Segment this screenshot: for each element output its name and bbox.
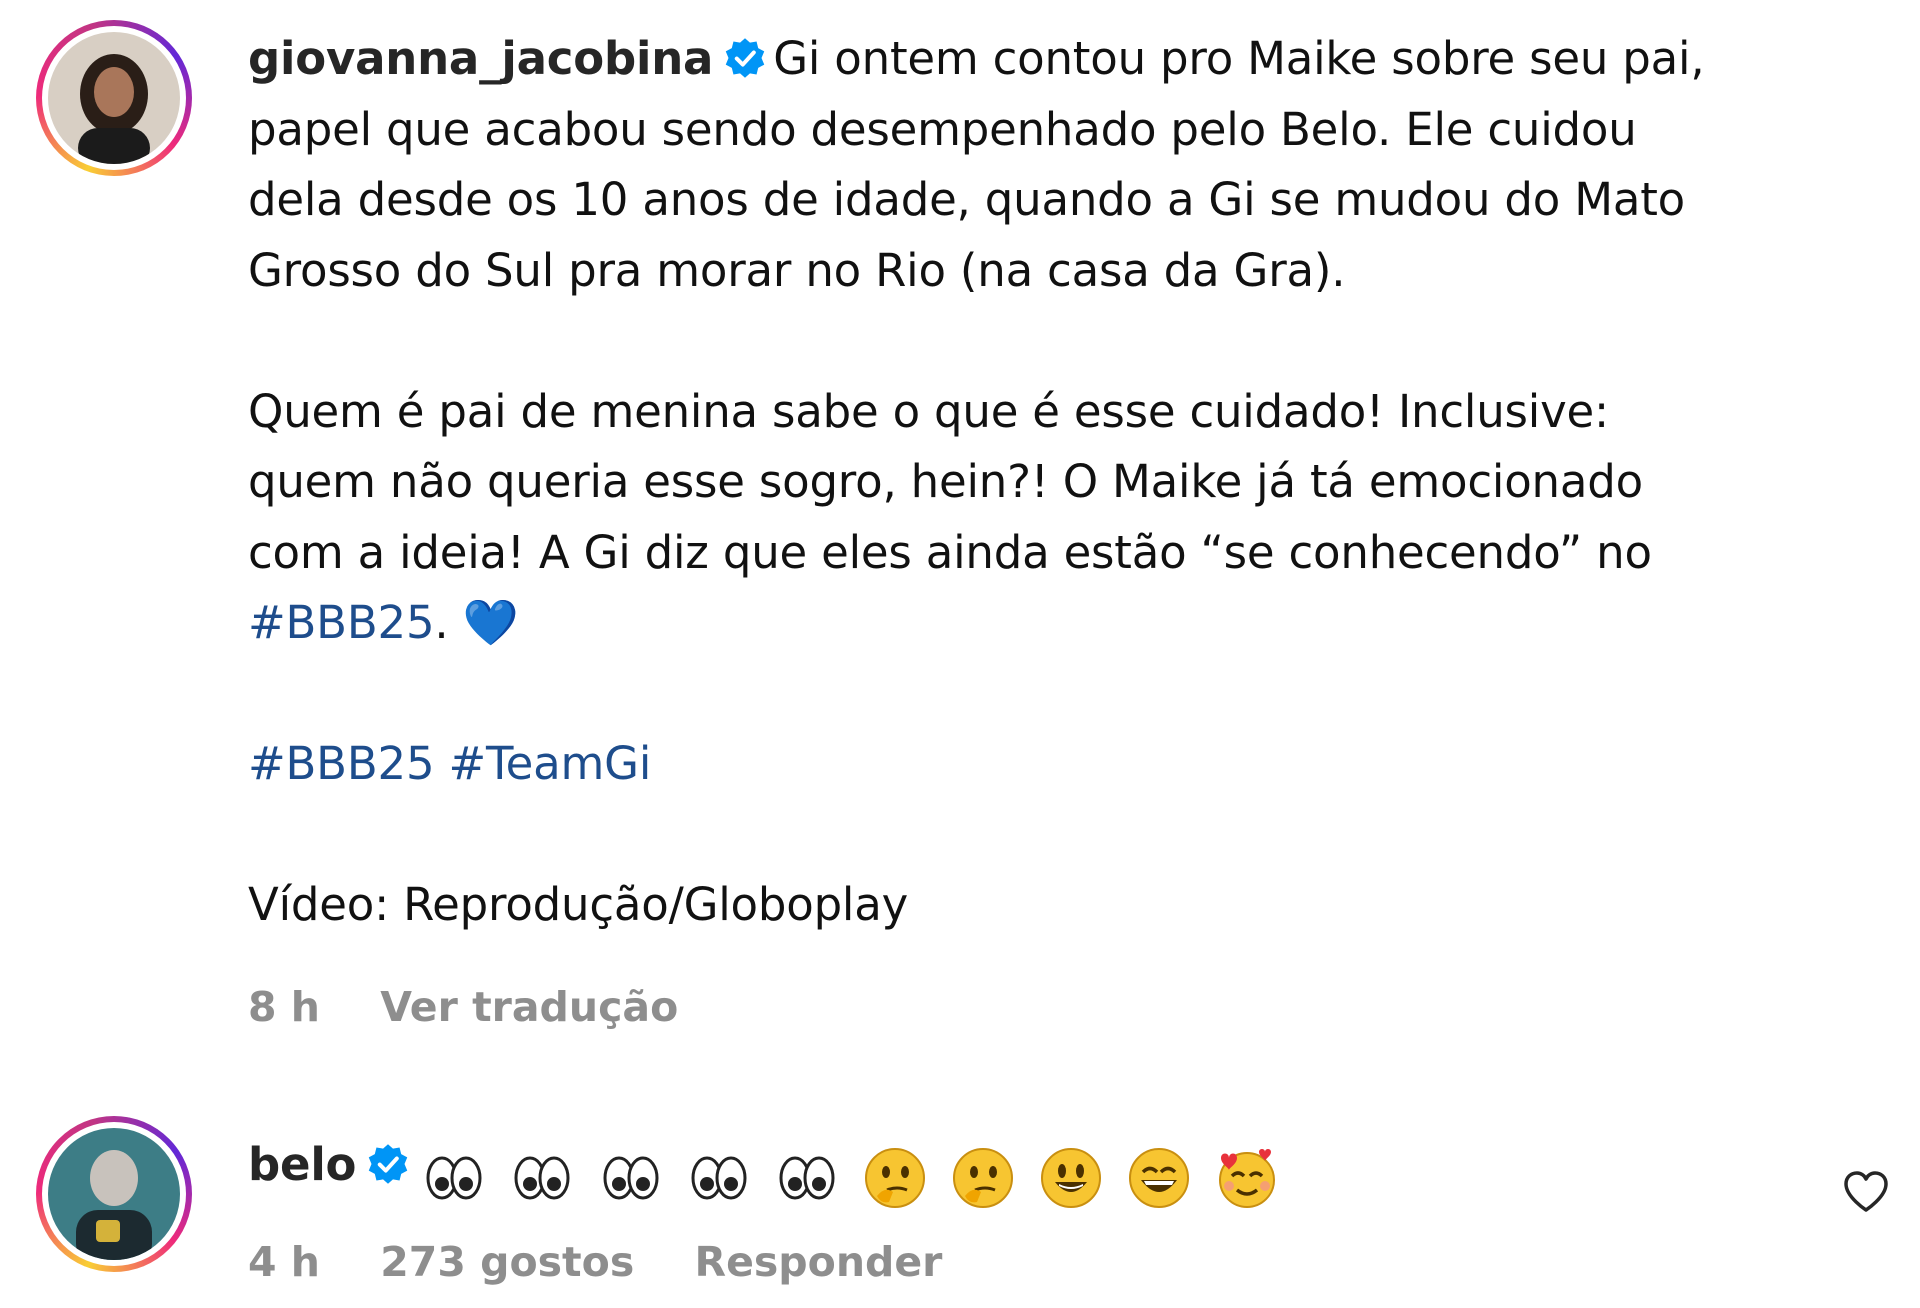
reply-comment: belo bbox=[248, 1130, 1289, 1211]
caption-line: Quem é pai de menina sabe o que é esse c… bbox=[248, 384, 1609, 438]
verified-badge-icon bbox=[369, 1144, 408, 1184]
thinking-face-emoji-icon bbox=[952, 1148, 1013, 1208]
hashtag-link[interactable]: #BBB25 bbox=[248, 596, 435, 649]
verified-badge-icon bbox=[725, 38, 765, 78]
post-username[interactable]: giovanna_jacobina bbox=[248, 32, 713, 85]
smiling-face-with-hearts-emoji-icon bbox=[1219, 1149, 1276, 1208]
translate-link[interactable]: Ver tradução bbox=[380, 983, 678, 1031]
hashtag-link[interactable]: #BBB25 bbox=[248, 737, 435, 790]
reply-time: 4 h bbox=[248, 1238, 320, 1286]
video-credit: Vídeo: Reprodução/Globoplay bbox=[248, 878, 909, 931]
avatar-image bbox=[48, 1128, 180, 1260]
avatar-giovanna[interactable] bbox=[36, 20, 192, 176]
smiling-eyes-emoji-icon bbox=[1129, 1148, 1190, 1208]
grinning-face-emoji-icon bbox=[1041, 1148, 1102, 1208]
reply-emojis bbox=[422, 1140, 1289, 1211]
caption-line: com a ideia! A Gi diz que eles ainda est… bbox=[248, 525, 1652, 579]
reply-username[interactable]: belo bbox=[248, 1138, 356, 1191]
eyes-emoji-icon bbox=[603, 1156, 658, 1200]
hashtag-link[interactable]: #TeamGi bbox=[449, 737, 652, 790]
post-caption: giovanna_jacobina Gi ontem contou pro Ma… bbox=[248, 24, 1848, 941]
eyes-emoji-icon bbox=[426, 1156, 482, 1200]
caption-line: papel que acabou sendo desempenhado pelo… bbox=[248, 102, 1637, 156]
blue-heart-emoji: 💙 bbox=[462, 596, 519, 649]
heart-outline-icon[interactable] bbox=[1842, 1170, 1890, 1214]
avatar-image bbox=[48, 32, 180, 164]
reply-button[interactable]: Responder bbox=[695, 1238, 943, 1286]
caption-punctuation: . bbox=[434, 596, 463, 649]
caption-line: quem não queria esse sogro, hein?! O Mai… bbox=[248, 455, 1643, 508]
thinking-face-emoji-icon bbox=[864, 1148, 925, 1208]
post-time: 8 h bbox=[248, 983, 320, 1031]
avatar-belo[interactable] bbox=[36, 1116, 192, 1272]
eyes-emoji-icon bbox=[691, 1156, 747, 1200]
reply-likes[interactable]: 273 gostos bbox=[380, 1238, 634, 1286]
eyes-emoji-icon bbox=[514, 1156, 570, 1200]
caption-line: dela desde os 10 anos de idade, quando a… bbox=[248, 173, 1685, 226]
eyes-emoji-icon bbox=[779, 1156, 835, 1200]
post-meta: 8 h Ver tradução bbox=[248, 983, 724, 1031]
reply-meta: 4 h 273 gostos Responder bbox=[248, 1238, 988, 1286]
caption-line: Gi ontem contou pro Maike sobre seu pai, bbox=[773, 32, 1705, 85]
caption-line: Grosso do Sul pra morar no Rio (na casa … bbox=[248, 243, 1346, 297]
